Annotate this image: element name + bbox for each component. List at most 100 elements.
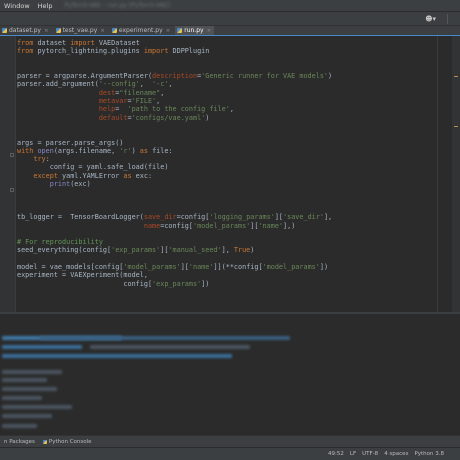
code-token: model = vae_models[config[ [17,263,124,272]
code-line[interactable]: experiment = VAEXperiment(model, [17,271,452,279]
code-line[interactable]: seed_everything(config['exp_params']['ma… [17,246,452,254]
code-line[interactable]: try: [17,155,452,163]
stripe-mark[interactable] [454,76,458,77]
code-line[interactable]: metavar='FILE', [17,97,452,105]
fold-icon[interactable] [10,188,14,192]
blurred-output [2,405,72,409]
code-line[interactable]: parser.add_argument('--config', '-c', [17,80,452,88]
code-content[interactable]: from dataset import VAEDataset from pytor… [17,39,452,288]
code-token: args = parser.parse_args() [17,138,124,147]
code-token: with [17,146,34,155]
code-token: , [156,97,161,106]
code-line[interactable]: print(exc) [17,180,452,188]
code-line[interactable] [17,122,452,130]
fold-icon[interactable] [10,153,14,157]
code-line[interactable]: parser = argparse.ArgumentParser(descrip… [17,72,452,80]
code-line[interactable]: with open(args.filename, 'r') as file: [17,147,452,155]
menu-window[interactable]: Window [0,2,34,10]
code-line[interactable] [17,255,452,263]
run-console[interactable] [0,312,460,435]
code-line[interactable] [17,230,452,238]
code-token: ) [250,246,255,255]
code-line[interactable] [17,197,452,205]
code-editor[interactable]: from dataset import VAEDataset from pytor… [0,36,452,312]
code-token: parser = argparse.ArgumentParser( [17,72,153,81]
code-line[interactable]: help= 'path to the config file', [17,105,452,113]
stripe-mark[interactable] [454,126,458,127]
python-file-icon [2,28,7,33]
code-token: as [123,171,132,180]
python-console-tab[interactable]: Python Console [39,439,96,445]
code-token: ]) [319,263,329,272]
code-line[interactable]: tb_logger = TensorBoardLogger(save_dir=c… [17,213,452,221]
status-bar: 49:52 LF UTF-8 4 spaces Python 3.8 [0,447,460,460]
line-separator[interactable]: LF [350,451,356,457]
code-line[interactable]: default='configs/vae.yaml') [17,114,452,122]
tab-dataset[interactable]: dataset.py × [0,26,52,35]
code-line[interactable] [17,188,452,196]
toolbar: ☻▾ [0,12,460,26]
close-icon[interactable]: × [166,28,171,34]
tab-test-vae[interactable]: test_vae.py × [53,26,108,35]
packages-tab-label: n Packages [4,438,35,445]
tool-window-bar: n Packages Python Console [0,435,460,447]
code-token: True [233,246,251,255]
cursor-position[interactable]: 49:52 [328,451,344,457]
code-token: dest [98,88,116,97]
code-token: , [139,80,153,89]
close-icon[interactable]: × [44,28,49,34]
line-gutter[interactable] [0,36,16,312]
tab-experiment[interactable]: experiment.py × [109,26,174,35]
code-line[interactable]: # For reproducibility [17,238,452,246]
interpreter[interactable]: Python 3.8 [414,451,444,457]
code-line[interactable] [17,130,452,138]
code-token: 'model_params' [123,263,181,272]
packages-tab[interactable]: n Packages [0,439,39,445]
code-line[interactable] [17,56,452,64]
code-token: tb_logger = TensorBoardLogger( [17,213,144,222]
error-stripe[interactable] [452,36,460,312]
menu-help[interactable]: Help [34,2,57,10]
close-icon[interactable]: × [100,28,105,34]
code-line[interactable]: dest="filename", [17,89,452,97]
tab-label: run.py [184,27,204,34]
user-icon[interactable]: ☻▾ [425,15,436,23]
code-token: 'name' [258,221,284,230]
code-line[interactable]: config['exp_params']) [17,280,452,288]
code-line[interactable]: args = parser.parse_args() [17,139,452,147]
blurred-output [2,378,47,382]
file-encoding[interactable]: UTF-8 [362,451,378,457]
code-token: parser.add_argument( [17,80,99,89]
code-token: help [98,105,116,114]
code-token: open [33,146,54,155]
code-line[interactable]: except yaml.YAMLError as exc: [17,172,452,180]
code-token: '-c' [152,80,169,89]
code-token: 'model_params' [262,263,320,272]
code-line[interactable]: from pytorch_lightning.plugins import DD… [17,47,452,55]
code-token: description [152,72,198,81]
code-token: 'FILE' [131,97,157,106]
code-line[interactable] [17,205,452,213]
code-line[interactable]: from dataset import VAEDataset [17,39,452,47]
tab-run[interactable]: run.py × [175,26,215,35]
code-token: 'configs/vae.yaml' [131,113,206,122]
code-line[interactable]: name=config['model_params']['name'],) [17,222,452,230]
code-token: ],) [283,221,296,230]
code-line[interactable]: config = yaml.safe_load(file) [17,163,452,171]
code-token: exc: [131,171,153,180]
blurred-output [2,424,37,428]
code-token: from [17,47,34,56]
code-token: (args.filename, [53,146,120,155]
close-icon[interactable]: × [207,28,212,34]
code-line[interactable]: model = vae_models[config['model_params'… [17,263,452,271]
toolbar-divider [447,14,448,24]
code-line[interactable] [17,64,452,72]
code-token: seed_everything(config[ [17,246,112,255]
tab-label: experiment.py [118,27,163,34]
code-token: ) [328,72,333,81]
indent-setting[interactable]: 4 spaces [384,451,408,457]
code-token: VAEDataset [94,39,140,47]
